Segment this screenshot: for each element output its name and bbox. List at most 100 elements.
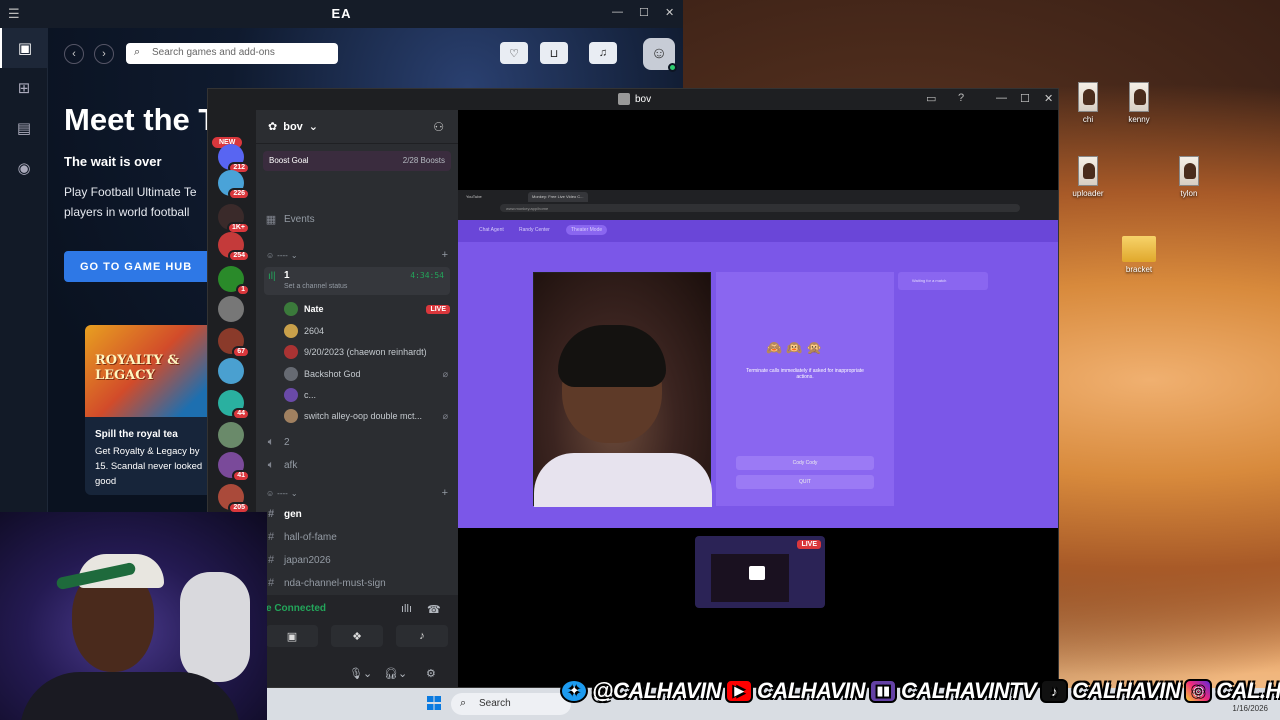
text-channel-gen[interactable]: # gen	[264, 508, 450, 520]
library-icon[interactable]: ▣	[0, 28, 48, 68]
desktop-icon-label: uploader	[1072, 189, 1104, 198]
taskbar-search[interactable]: ⌕ Search	[451, 693, 571, 715]
social-handle-text: CAL.HAVIN	[1216, 678, 1280, 703]
server-icon[interactable]: 226	[218, 170, 250, 200]
unread-badge: 1	[236, 284, 250, 296]
headphones-icon[interactable]: 🎧︎⌄	[384, 667, 407, 680]
minimize-icon[interactable]: —	[612, 6, 623, 18]
events-label: Events	[284, 214, 315, 225]
category-header[interactable]: ☺ ---- ⌄	[266, 251, 298, 260]
collection-icon[interactable]: ▤	[0, 108, 48, 148]
hero-description: Play Football Ultimate Te players in wor…	[64, 182, 224, 222]
close-icon[interactable]: ✕	[665, 6, 674, 19]
discord-window-title-text: bov	[635, 93, 652, 105]
unread-badge: 44	[232, 408, 250, 420]
voice-channel-afk[interactable]: 🔈︎ afk	[264, 459, 450, 472]
voice-member[interactable]: c...	[284, 386, 450, 404]
desktop-icon-label: tylon	[1180, 189, 1198, 198]
voice-member[interactable]: Nate LIVE	[284, 300, 450, 318]
promo-card-art: ROYALTY & LEGACY	[85, 325, 225, 417]
screen-share-button[interactable]: ▣	[266, 625, 318, 647]
boost-goal-label: Boost Goal	[269, 156, 309, 165]
help-icon[interactable]: ?	[958, 92, 964, 104]
channel-status[interactable]: Set a channel status	[284, 283, 347, 290]
ea-logo-icon[interactable]: ◉	[0, 148, 48, 188]
forward-button[interactable]: ›	[94, 44, 114, 64]
stream-preview-tile[interactable]: LIVE	[695, 536, 825, 608]
server-icon[interactable]: 41	[218, 452, 250, 482]
voice-member[interactable]: Backshot God ⌀	[284, 365, 450, 383]
boost-goal-bar[interactable]: Boost Goal 2/28 Boosts	[263, 151, 451, 171]
voice-channel-2[interactable]: 🔈︎ 2	[264, 436, 450, 449]
search-input[interactable]: ⌕ Search games and add-ons	[126, 43, 338, 64]
maximize-icon[interactable]: ☐	[1020, 92, 1030, 105]
settings-icon[interactable]: ⚙	[426, 667, 436, 680]
voice-member[interactable]: 9/20/2023 (chaewon reinhardt)	[284, 343, 450, 361]
maximize-icon[interactable]: ☐	[639, 6, 649, 19]
server-icon[interactable]: 1	[218, 266, 250, 296]
image-file-icon	[1179, 156, 1199, 186]
add-channel-icon[interactable]: +	[442, 487, 448, 499]
browser-tab: YouTube	[466, 194, 482, 199]
server-icon[interactable]: 67	[218, 328, 250, 358]
events-item[interactable]: ▦ Events	[264, 213, 450, 226]
promo-card[interactable]: ROYALTY & LEGACY Spill the royal tea Get…	[85, 325, 225, 495]
promo-card-title: Spill the royal tea	[95, 429, 178, 440]
voice-member-name: switch alley-oop double mct...	[304, 411, 423, 421]
desktop-icon-bracket[interactable]: bracket	[1109, 236, 1169, 274]
windows-start-icon[interactable]	[427, 696, 441, 710]
shared-screen: YouTube Monkey: Free Live Video C... www…	[458, 190, 1058, 528]
back-button[interactable]: ‹	[64, 44, 84, 64]
stream-viewer[interactable]: YouTube Monkey: Free Live Video C... www…	[458, 110, 1058, 687]
server-icon[interactable]	[218, 296, 244, 322]
close-icon[interactable]: ✕	[1044, 92, 1053, 105]
server-icon[interactable]: 44	[218, 390, 250, 420]
voice-channel-label: afk	[284, 460, 298, 471]
voice-member-name: Nate	[304, 304, 324, 314]
voice-channel-timer: 4:34:54	[410, 271, 444, 280]
server-icon[interactable]	[218, 422, 244, 448]
activities-button[interactable]: ❖	[331, 625, 383, 647]
server-icon[interactable]	[218, 358, 244, 384]
server-icon[interactable]: 212	[218, 144, 250, 174]
desktop-icon-uploader[interactable]: uploader	[1058, 156, 1118, 198]
voice-member[interactable]: switch alley-oop double mct... ⌀	[284, 407, 450, 425]
soundboard-button[interactable]: ♪	[396, 625, 448, 647]
hero-title: Meet the T	[64, 102, 218, 137]
add-channel-icon[interactable]: +	[442, 249, 448, 261]
minimize-icon[interactable]: —	[996, 92, 1007, 104]
noise-suppression-icon[interactable]: ıllı	[401, 603, 412, 615]
go-to-game-hub-button[interactable]: GO TO GAME HUB	[64, 251, 214, 282]
category-name: ----	[277, 251, 288, 260]
unread-badge: 254	[228, 250, 250, 262]
add-member-icon[interactable]: ⚇	[433, 120, 444, 134]
desktop-icon-kenny[interactable]: kenny	[1109, 82, 1169, 124]
ea-titlebar: ☰ EA — ☐ ✕	[0, 0, 683, 28]
wishlist-button[interactable]: ♡	[500, 42, 528, 64]
microphone-icon[interactable]: 🎙︎⌄	[349, 667, 372, 680]
text-channel-hall-of-fame[interactable]: # hall-of-fame	[264, 531, 450, 543]
voice-member-name: 9/20/2023 (chaewon reinhardt)	[304, 347, 427, 357]
grid-icon[interactable]: ⊞	[0, 68, 48, 108]
voice-member[interactable]: 2604	[284, 322, 450, 340]
voice-channel-label: 2	[284, 437, 290, 448]
category-header[interactable]: ☺ ---- ⌄	[266, 489, 298, 498]
notifications-button[interactable]: ♫	[589, 42, 617, 64]
server-icon[interactable]: 205	[218, 484, 250, 514]
desktop-icon-tylon[interactable]: tylon	[1159, 156, 1219, 198]
avatar[interactable]: ☺	[643, 38, 677, 72]
screen-icon	[749, 566, 765, 580]
address-bar: www.monkey.app/home	[500, 204, 1020, 212]
text-channel-nda[interactable]: # nda-channel-must-sign	[264, 577, 450, 589]
server-icon[interactable]: 254	[218, 232, 250, 262]
server-icon[interactable]: 1K+	[218, 204, 250, 234]
inbox-icon[interactable]: ▭	[926, 92, 936, 105]
server-header[interactable]: ✿ bov ⌄ ⚇	[256, 110, 458, 144]
disconnect-icon[interactable]: ☎	[427, 603, 441, 616]
cart-button[interactable]: ⊔	[540, 42, 568, 64]
hero-description-line: Play Football Ultimate Te	[64, 185, 197, 199]
streamer-body	[20, 672, 240, 720]
promo-art-text: ROYALTY & LEGACY	[95, 353, 179, 383]
text-channel-japan2026[interactable]: # japan2026	[264, 554, 450, 566]
voice-channel-active[interactable]: ıl| 1 4:34:54 Set a channel status	[264, 267, 450, 295]
